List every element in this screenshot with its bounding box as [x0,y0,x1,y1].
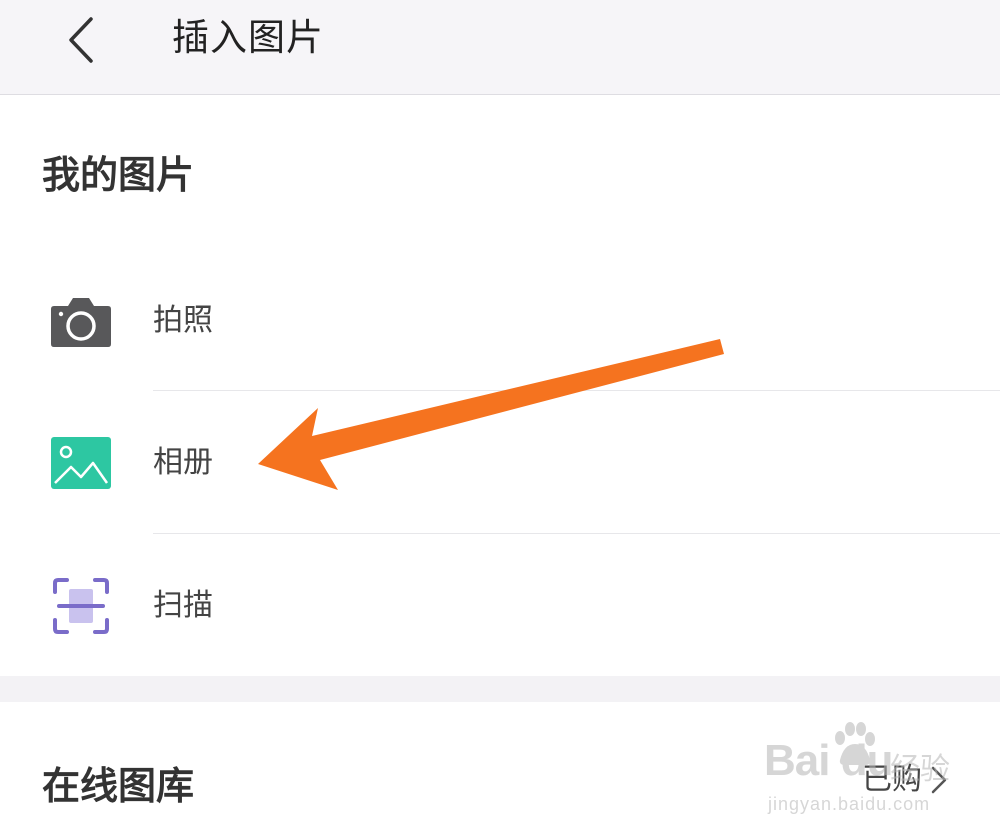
divider [153,390,1000,391]
menu-label-scan: 扫描 [153,588,213,623]
back-button[interactable] [55,10,105,70]
chevron-right-icon [931,766,947,794]
page-title: 插入图片 [172,16,324,59]
divider [153,533,1000,534]
purchased-link[interactable]: 已购 [862,760,948,800]
purchased-label: 已购 [862,762,922,797]
menu-item-album[interactable]: 相册 [0,392,1000,534]
scan-icon [50,575,112,637]
image-icon [50,432,112,494]
menu-label-album: 相册 [153,445,213,480]
section-title-online-gallery: 在线图库 [42,764,195,808]
section-title-my-images: 我的图片 [42,153,195,197]
top-bar: 插入图片 [0,0,1000,95]
camera-icon [50,290,112,352]
chevron-left-icon [69,17,93,63]
menu-item-camera[interactable]: 拍照 [0,250,1000,392]
insert-image-screen: 插入图片 我的图片 拍照 相册 扫描 在线图库 已购 Bai du 经验 jin… [0,0,1000,831]
menu-item-scan[interactable]: 扫描 [0,535,1000,677]
menu-label-camera: 拍照 [153,303,213,338]
section-separator [0,676,1000,702]
